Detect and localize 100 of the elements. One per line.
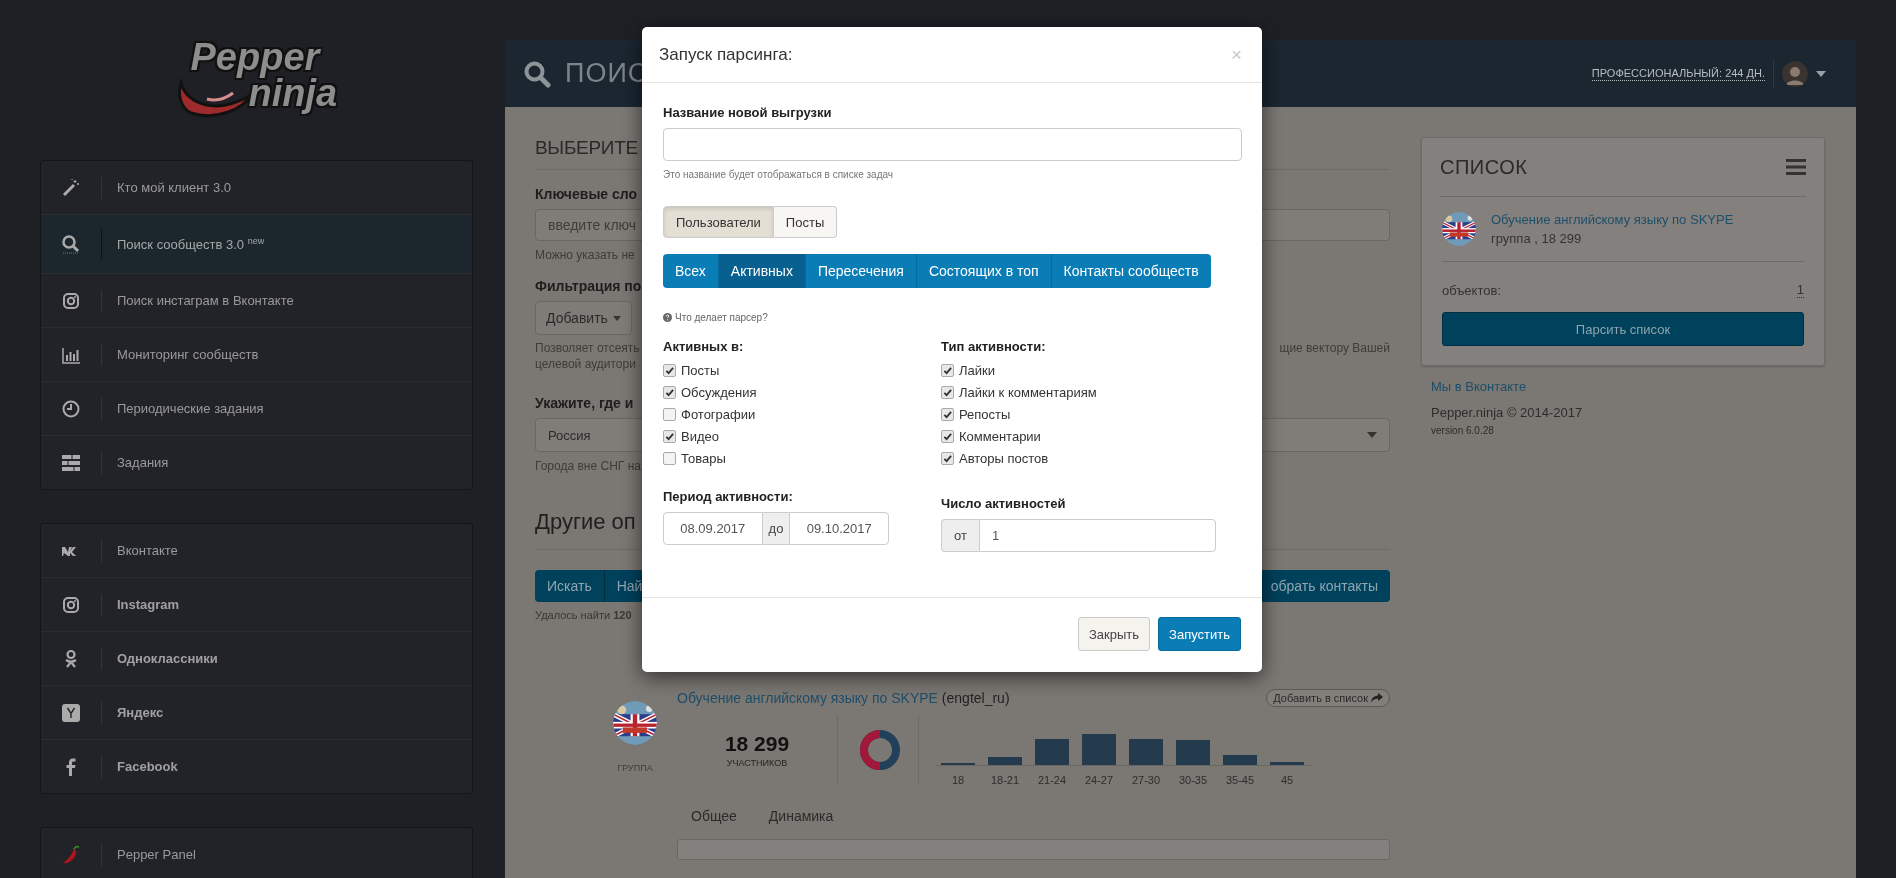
date-field[interactable]: 09.10.2017 xyxy=(789,512,889,545)
wand-icon xyxy=(61,177,81,198)
help-text: Позволяет отсеять xyxy=(535,341,640,355)
copyright-text: Pepper.ninja © 2014-2017 xyxy=(1431,405,1584,420)
checkbox-label: Репосты xyxy=(959,407,1011,422)
checkbox[interactable] xyxy=(941,364,954,377)
yandex-logo-icon xyxy=(61,702,81,723)
tab[interactable]: Пересечения xyxy=(805,254,917,288)
name-field[interactable] xyxy=(663,128,1242,161)
sidebar-item[interactable]: Задания xyxy=(41,436,472,489)
help-text: Города вне СНГ на xyxy=(535,459,641,473)
add-filter-button[interactable]: Добавить xyxy=(535,301,632,335)
group-label: Активных в: xyxy=(663,339,744,354)
member-count: 18 299 xyxy=(724,731,790,756)
sidebar-item[interactable]: Pepper Panel xyxy=(41,828,472,878)
chart-bar xyxy=(988,757,1022,765)
sidebar-item[interactable]: Поиск сообществ 3.0 $^{new}$ xyxy=(41,215,472,274)
sidebar-item[interactable]: Вконтакте xyxy=(41,524,472,578)
member-count-label: УЧАСТНИКОВ xyxy=(726,757,788,768)
menu-icon[interactable] xyxy=(1786,159,1806,175)
tab[interactable]: Общее xyxy=(691,808,737,824)
mode-toggle[interactable]: Посты xyxy=(773,206,838,238)
clock-icon xyxy=(61,398,81,419)
checkbox[interactable] xyxy=(941,452,954,465)
tab[interactable]: Активных xyxy=(718,254,806,288)
sidebar-item[interactable]: Facebook xyxy=(41,740,472,793)
start-button[interactable]: Запустить xyxy=(1158,617,1241,651)
caret-icon xyxy=(1367,432,1377,438)
caret-icon[interactable] xyxy=(1816,70,1826,77)
mode-toggle[interactable]: Пользователи xyxy=(663,206,774,238)
sidebar-item[interactable]: Мониторинг сообществ xyxy=(41,328,472,382)
tab[interactable]: Всех xyxy=(663,254,719,288)
checkbox-label: Посты xyxy=(681,363,720,378)
checkbox-label: Лайки xyxy=(959,363,995,378)
checkbox[interactable] xyxy=(663,430,676,443)
gender-donut-chart xyxy=(858,727,902,772)
axis-label: 45 xyxy=(1280,774,1294,786)
section-heading: ВЫБЕРИТЕ xyxy=(535,137,638,158)
help-text: щие вектору Вашей xyxy=(1279,341,1390,355)
action-button[interactable]: Искать xyxy=(535,570,605,602)
tab[interactable]: Динамика xyxy=(768,808,834,824)
sidebar-item[interactable]: Яндекс xyxy=(41,686,472,740)
checkbox[interactable] xyxy=(941,386,954,399)
checkbox-label: Фотографии xyxy=(681,407,756,422)
axis-label: 21-24 xyxy=(1037,774,1067,786)
checkbox[interactable] xyxy=(941,430,954,443)
community-title[interactable]: Обучение английскому языку по SKYPE (engtel_ru) xyxy=(677,690,1010,706)
avatar[interactable] xyxy=(1782,60,1808,87)
list-icon xyxy=(61,452,81,473)
help-text: целевой аудитори xyxy=(535,357,636,371)
field-label: Фильтрация по xyxy=(535,278,642,294)
dialog-title: Запуск парсинга: xyxy=(659,44,793,65)
plan-link[interactable]: ПРОФЕССИОНАЛЬНЫЙ: 244 ДН. xyxy=(1591,66,1765,81)
group-label: Тип активности: xyxy=(941,339,1046,354)
search-icon xyxy=(523,59,551,88)
checkbox[interactable] xyxy=(941,408,954,421)
chart-bar xyxy=(1082,734,1116,765)
checkbox[interactable] xyxy=(663,386,676,399)
checkbox-label: Авторы постов xyxy=(959,451,1049,466)
sidebar-item[interactable]: Instagram xyxy=(41,578,472,632)
help-link[interactable]: Что делает парсер? xyxy=(675,312,768,323)
tab[interactable]: Состоящих в топ xyxy=(916,254,1052,288)
chart-bar xyxy=(1129,739,1163,765)
date-field[interactable]: 08.09.2017 xyxy=(663,512,763,545)
field-label: Ключевые сло xyxy=(535,186,638,202)
parse-list-button[interactable]: Парсить список xyxy=(1442,312,1804,346)
add-to-list-button[interactable]: Добавить в список xyxy=(1266,689,1390,707)
axis-label: 35-45 xyxy=(1225,774,1255,786)
checkbox[interactable] xyxy=(663,452,676,465)
chart-bar xyxy=(1035,739,1069,765)
chart-bar xyxy=(1270,762,1304,765)
field-label: Название новой выгрузки xyxy=(663,105,832,120)
section-heading: Другие оп xyxy=(535,509,636,534)
chart-bar xyxy=(1176,740,1210,765)
count-value[interactable]: 1 xyxy=(1796,282,1804,298)
field-label: Число активностей xyxy=(941,496,1066,511)
tab[interactable]: Контакты сообществ xyxy=(1051,254,1211,288)
page-title: ПОИС xyxy=(565,58,649,89)
version-text: version 6.0.28 xyxy=(1431,425,1495,436)
checkbox[interactable] xyxy=(663,408,676,421)
axis-label: 30-35 xyxy=(1178,774,1208,786)
instagram-icon xyxy=(61,594,81,615)
count-field[interactable]: 1 xyxy=(978,519,1216,552)
checkbox-label: Товары xyxy=(681,451,726,466)
chart-bar xyxy=(1223,755,1257,765)
community-meta: группа , 18 299 xyxy=(1491,231,1583,246)
help-text: Это название будет отображаться в списке задач xyxy=(663,169,895,180)
group-type-label: ГРУППА xyxy=(617,763,653,773)
pepper-icon xyxy=(61,844,81,865)
input-prefix: от xyxy=(941,519,979,552)
checkbox-label: Видео xyxy=(681,429,719,444)
field-label: Период активности: xyxy=(663,489,793,504)
sidebar-item[interactable]: Периодические задания xyxy=(41,382,472,436)
checkbox-label: Лайки к комментариям xyxy=(959,385,1097,400)
sidebar-item[interactable]: Одноклассники xyxy=(41,632,472,686)
sidebar-item[interactable]: Поиск инстаграм в Вконтакте xyxy=(41,274,472,328)
checkbox[interactable] xyxy=(663,364,676,377)
close-button[interactable]: Закрыть xyxy=(1078,617,1151,651)
axis-label: 27-30 xyxy=(1131,774,1161,786)
help-text: Можно указать не xyxy=(535,248,635,262)
